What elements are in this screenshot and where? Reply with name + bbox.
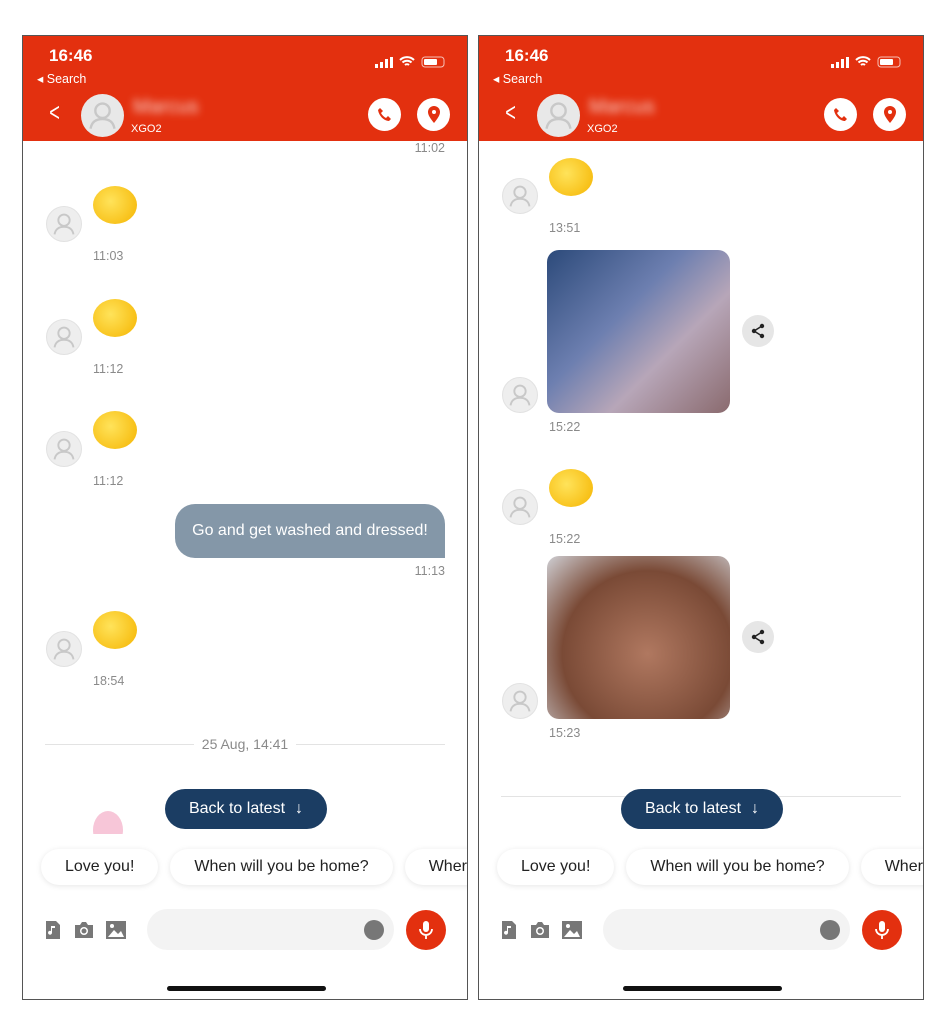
status-icons <box>831 56 903 68</box>
quick-reply-chip[interactable]: Love you! <box>41 849 159 885</box>
status-time: 16:46 <box>49 46 93 65</box>
microphone-icon <box>875 921 889 939</box>
message-time: 11:02 <box>414 141 445 155</box>
camera-icon[interactable] <box>530 921 550 939</box>
message-time: 11:13 <box>414 564 445 578</box>
status-icons <box>375 56 447 68</box>
location-pin-icon <box>883 105 896 123</box>
emoji-sticker <box>93 811 123 834</box>
voice-record-button[interactable] <box>862 910 902 950</box>
contact-name: Marcus <box>133 96 199 118</box>
share-icon <box>751 629 765 645</box>
sender-avatar <box>46 319 82 355</box>
signal-icon <box>375 57 393 68</box>
message-time: 15:22 <box>549 420 581 434</box>
audio-file-icon[interactable] <box>499 921 519 939</box>
emoji-picker-icon[interactable] <box>364 920 384 940</box>
photo-message[interactable] <box>547 556 730 719</box>
quick-reply-chip[interactable]: When will you be home? <box>170 849 393 885</box>
emoji-sticker <box>93 299 137 337</box>
message-time: 15:23 <box>549 726 581 740</box>
wifi-icon <box>855 56 871 66</box>
back-to-search-link[interactable]: ◂ Search <box>493 71 542 86</box>
message-time: 11:12 <box>93 362 124 376</box>
quick-replies: Love you! When will you be home? Where are… <box>41 849 467 885</box>
sender-avatar <box>502 489 538 525</box>
phone-icon <box>377 107 391 121</box>
sender-avatar <box>46 431 82 467</box>
date-divider: 25 Aug, 14:41 <box>23 736 467 752</box>
device-name: XGO2 <box>587 123 618 135</box>
message-list[interactable]: 11:02 11:03 11:12 11:12 Go and get washed… <box>23 141 467 834</box>
back-to-latest-label: Back to latest <box>188 800 286 817</box>
audio-file-icon[interactable] <box>43 921 63 939</box>
message-input[interactable] <box>147 909 394 950</box>
date-divider-label: 25 Aug, 14:41 <box>193 736 297 752</box>
back-button[interactable]: < <box>49 99 60 125</box>
quick-replies: Love you! When will you be home? Where are… <box>497 849 923 885</box>
device-name: XGO2 <box>131 123 162 135</box>
quick-reply-chip[interactable]: When will you be home? <box>626 849 849 885</box>
location-button[interactable] <box>417 98 450 131</box>
contact-name: Marcus <box>589 96 655 118</box>
call-button[interactable] <box>368 98 401 131</box>
home-indicator <box>167 986 326 991</box>
message-time: 13:51 <box>549 221 581 235</box>
emoji-sticker <box>549 158 593 196</box>
back-to-latest-button[interactable]: Back to latest ↓ <box>621 789 783 829</box>
back-to-latest-label: Back to latest <box>644 800 742 817</box>
camera-icon[interactable] <box>74 921 94 939</box>
outgoing-message: Go and get washed and dressed! <box>175 504 445 558</box>
emoji-sticker <box>93 611 137 649</box>
emoji-sticker <box>93 186 137 224</box>
message-time: 11:12 <box>93 474 124 488</box>
phone-icon <box>833 107 847 121</box>
share-button[interactable] <box>742 315 774 347</box>
quick-reply-chip[interactable]: Where are you? <box>404 849 467 885</box>
message-time: 18:54 <box>93 674 125 688</box>
status-time: 16:46 <box>505 46 549 65</box>
sender-avatar <box>46 631 82 667</box>
wifi-icon <box>399 56 415 66</box>
share-icon <box>751 323 765 339</box>
voice-record-button[interactable] <box>406 910 446 950</box>
message-list[interactable]: 13:51 15:22 15:22 15:23 25 Aug, 13:29 <box>479 141 923 834</box>
chat-screen-right: 16:46 ◂ Search < Marcus XGO2 13:51 15:22… <box>478 35 924 1000</box>
location-pin-icon <box>427 105 440 123</box>
quick-reply-chip[interactable]: Where are you? <box>860 849 923 885</box>
back-to-latest-button[interactable]: Back to latest ↓ <box>165 789 327 829</box>
chat-header: 16:46 ◂ Search < Marcus XGO2 <box>479 36 923 141</box>
share-button[interactable] <box>742 621 774 653</box>
sender-avatar <box>502 683 538 719</box>
microphone-icon <box>419 921 433 939</box>
contact-avatar[interactable] <box>537 94 580 137</box>
quick-reply-chip[interactable]: Love you! <box>497 849 615 885</box>
signal-icon <box>831 57 849 68</box>
photo-message[interactable] <box>547 250 730 413</box>
back-button[interactable]: < <box>505 99 516 125</box>
battery-icon <box>421 56 445 68</box>
message-time: 11:03 <box>93 249 124 263</box>
gallery-icon[interactable] <box>562 921 582 939</box>
sender-avatar <box>46 206 82 242</box>
sender-avatar <box>502 178 538 214</box>
battery-icon <box>877 56 901 68</box>
back-to-search-link[interactable]: ◂ Search <box>37 71 86 86</box>
home-indicator <box>623 986 782 991</box>
contact-avatar[interactable] <box>81 94 124 137</box>
emoji-sticker <box>549 469 593 507</box>
emoji-sticker <box>93 411 137 449</box>
message-input[interactable] <box>603 909 850 950</box>
emoji-picker-icon[interactable] <box>820 920 840 940</box>
message-time: 15:22 <box>549 532 581 546</box>
call-button[interactable] <box>824 98 857 131</box>
arrow-down-icon: ↓ <box>751 800 760 817</box>
location-button[interactable] <box>873 98 906 131</box>
arrow-down-icon: ↓ <box>295 800 304 817</box>
sender-avatar <box>502 377 538 413</box>
chat-screen-left: 16:46 ◂ Search < Marcus XGO2 11:02 11:03… <box>22 35 468 1000</box>
chat-header: 16:46 ◂ Search < Marcus XGO2 <box>23 36 467 141</box>
gallery-icon[interactable] <box>106 921 126 939</box>
